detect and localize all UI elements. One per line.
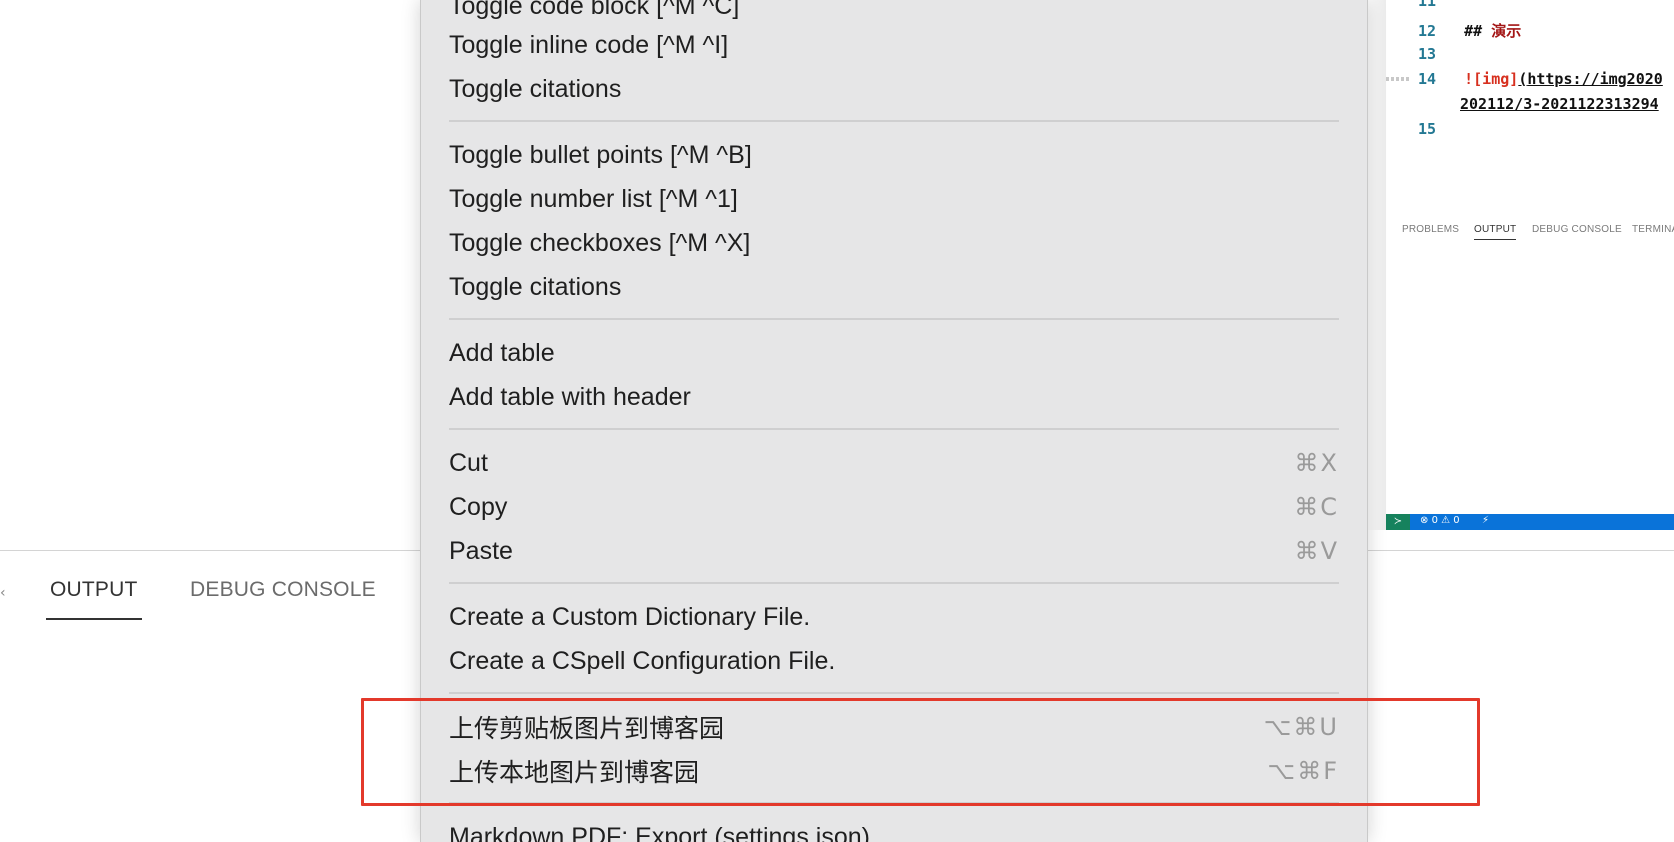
menu-separator <box>449 428 1339 430</box>
code-line-12[interactable]: 12 ## 演示 <box>1418 20 1521 41</box>
shortcut-label: ⌘X <box>1294 449 1339 477</box>
gutter-fold-marks <box>1386 77 1410 81</box>
menu-item-add-table-with-header[interactable]: Add table with header <box>449 375 1339 419</box>
tab-debug-console[interactable]: DEBUG CONSOLE <box>190 578 376 602</box>
menu-item-add-table[interactable]: Add table <box>449 331 1339 375</box>
menu-item-label: Create a Custom Dictionary File. <box>449 602 811 631</box>
menu-item-label: Add table <box>449 338 555 367</box>
menu-item-label: Toggle number list [^M ^1] <box>449 184 738 213</box>
menu-separator <box>449 582 1339 584</box>
menu-item-label: Cut <box>449 448 488 477</box>
mini-tab-terminal[interactable]: TERMINA <box>1632 224 1674 235</box>
shortcut-label: ⌥⌘U <box>1263 713 1339 741</box>
heading-text: 演示 <box>1491 22 1522 40</box>
tab-debug-console-label: DEBUG CONSOLE <box>190 578 376 601</box>
menu-item-toggle-inline-code[interactable]: Toggle inline code [^M ^I] <box>449 23 1339 67</box>
menu-item-toggle-citations-2[interactable]: Toggle citations <box>449 265 1339 309</box>
menu-separator <box>449 692 1339 694</box>
warning-count: 0 <box>1453 515 1460 526</box>
shortcut-label: ⌥⌘F <box>1267 757 1339 785</box>
chevron-left-icon: ‹ <box>0 585 6 601</box>
paren: ( <box>1518 70 1528 88</box>
mini-panel-tabs: PROBLEMS OUTPUT DEBUG CONSOLE TERMINA <box>1386 222 1674 246</box>
menu-item-label: Markdown PDF: Export (settings.json) <box>449 822 870 842</box>
menu-item-label: Copy <box>449 492 508 521</box>
menu-item-create-cspell-config[interactable]: Create a CSpell Configuration File. <box>449 639 1339 683</box>
mini-tab-problems[interactable]: PROBLEMS <box>1402 224 1459 235</box>
line-number: 12 <box>1418 22 1437 40</box>
image-url-continued[interactable]: 202112/3-2021122313294 <box>1460 95 1659 113</box>
menu-item-upload-local-image[interactable]: 上传本地图片到博客园 ⌥⌘F <box>449 749 1339 793</box>
menu-item-label: Toggle code block [^M ^C] <box>449 0 740 20</box>
line-number: 15 <box>1418 120 1437 138</box>
shortcut-label: ⌘V <box>1294 537 1339 565</box>
menu-separator <box>449 802 1339 804</box>
menu-item-label: Toggle bullet points [^M ^B] <box>449 140 752 169</box>
menu-item-markdown-pdf-export[interactable]: Markdown PDF: Export (settings.json) <box>449 815 1339 842</box>
menu-item-label: 上传本地图片到博客园 <box>449 759 700 787</box>
menu-item-label: Toggle checkboxes [^M ^X] <box>449 228 751 257</box>
menu-item-toggle-checkboxes[interactable]: Toggle checkboxes [^M ^X] <box>449 221 1339 265</box>
active-tab-indicator <box>46 618 142 620</box>
menu-item-label: Toggle inline code [^M ^I] <box>449 30 729 59</box>
menu-item-label: Paste <box>449 536 513 565</box>
heading-marker: ## <box>1464 22 1483 40</box>
context-menu: Toggle code block [^M ^C] Toggle inline … <box>420 0 1368 842</box>
menu-item-paste[interactable]: Paste ⌘V <box>449 529 1339 573</box>
markdown-image-tag: ![img] <box>1464 70 1519 88</box>
code-line-13: 13 <box>1418 45 1436 63</box>
remote-icon[interactable]: ≻ <box>1386 514 1410 530</box>
mini-tab-output[interactable]: OUTPUT <box>1474 224 1517 240</box>
menu-item-toggle-number-list[interactable]: Toggle number list [^M ^1] <box>449 177 1339 221</box>
menu-item-label: Toggle citations <box>449 272 622 301</box>
menu-item-label: Toggle citations <box>449 74 622 103</box>
error-icon: ⊗ <box>1420 515 1429 526</box>
lightning-icon[interactable]: ⚡ <box>1482 515 1489 526</box>
menu-item-label: 上传剪贴板图片到博客园 <box>449 715 725 743</box>
menu-item-upload-clipboard-image[interactable]: 上传剪贴板图片到博客园 ⌥⌘U <box>449 705 1339 749</box>
menu-item-toggle-citations[interactable]: Toggle citations <box>449 67 1339 111</box>
background-editor-area <box>0 0 420 842</box>
mini-tab-output-label: OUTPUT <box>1474 224 1517 235</box>
code-line-14-wrap[interactable]: 202112/3-2021122313294 <box>1460 95 1659 113</box>
menu-item-label: Add table with header <box>449 382 691 411</box>
menu-separator <box>449 318 1339 320</box>
mini-tab-debug-console[interactable]: DEBUG CONSOLE <box>1532 224 1622 235</box>
code-line-14[interactable]: 14 ![img](https://img2020 <box>1418 70 1663 88</box>
shortcut-label: ⌘C <box>1294 493 1339 521</box>
code-line-11: 11 <box>1418 0 1436 10</box>
line-number: 14 <box>1418 70 1437 88</box>
menu-item-cut[interactable]: Cut ⌘X <box>449 441 1339 485</box>
menu-item-toggle-bullet-points[interactable]: Toggle bullet points [^M ^B] <box>449 133 1339 177</box>
tab-output-label: OUTPUT <box>50 578 138 601</box>
code-line-15: 15 <box>1418 120 1436 138</box>
status-problems[interactable]: ⊗ 0 ⚠ 0 <box>1420 515 1460 526</box>
line-number: 11 <box>1418 0 1437 10</box>
status-bar: ≻ ⊗ 0 ⚠ 0 ⚡ <box>1386 514 1674 530</box>
image-url[interactable]: https://img2020 <box>1527 70 1662 88</box>
mini-editor-shadow <box>1366 0 1386 530</box>
tab-output[interactable]: OUTPUT <box>46 578 142 620</box>
warning-icon: ⚠ <box>1441 515 1451 526</box>
menu-item-label: Create a CSpell Configuration File. <box>449 646 836 675</box>
menu-item-copy[interactable]: Copy ⌘C <box>449 485 1339 529</box>
menu-separator <box>449 120 1339 122</box>
mini-active-tab-indicator <box>1474 239 1517 240</box>
menu-item-create-custom-dictionary[interactable]: Create a Custom Dictionary File. <box>449 595 1339 639</box>
error-count: 0 <box>1431 515 1438 526</box>
line-number: 13 <box>1418 45 1437 63</box>
